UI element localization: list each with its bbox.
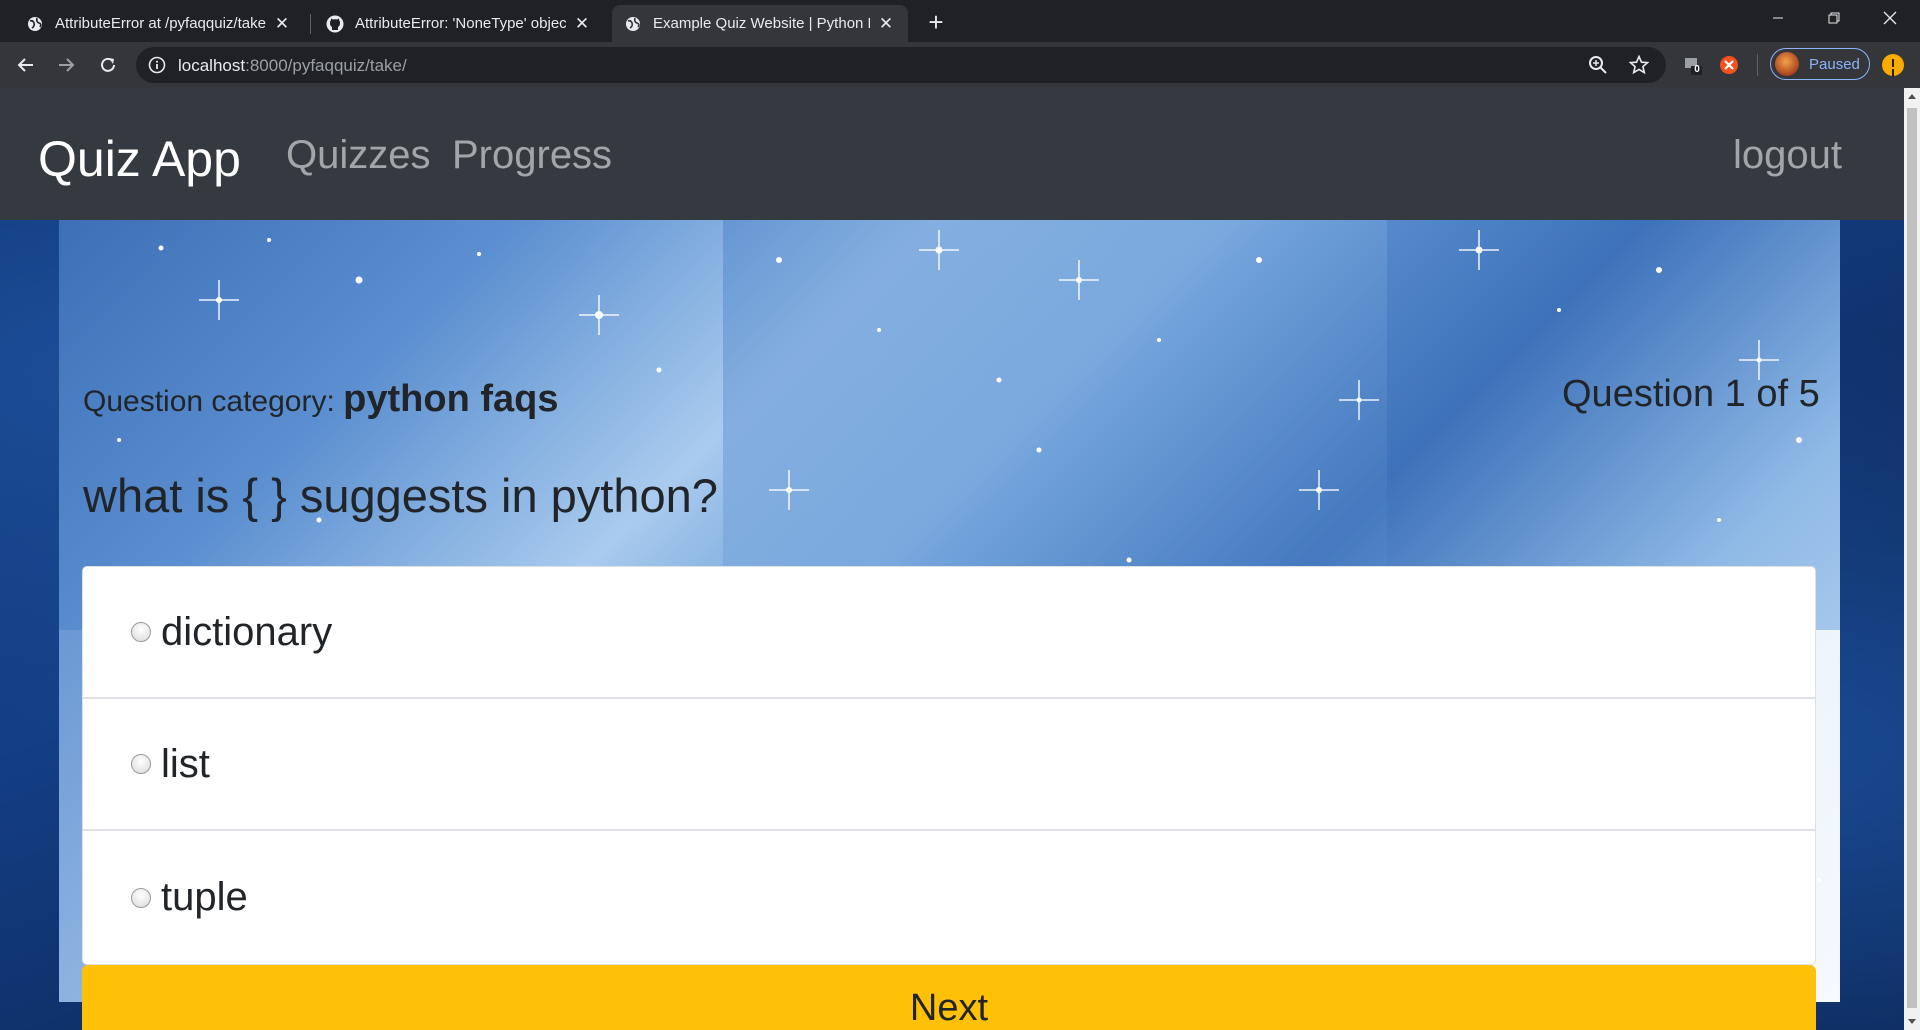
tab-title: AttributeError at /pyfaqquiz/take/: [55, 15, 266, 32]
logout-link[interactable]: logout: [1733, 133, 1842, 178]
url-text[interactable]: localhost:8000/pyfaqquiz/take/: [178, 56, 407, 76]
back-icon[interactable]: [10, 49, 42, 81]
next-button[interactable]: Next: [82, 965, 1816, 1030]
zoom-icon[interactable]: [1588, 55, 1608, 75]
tab-close-icon[interactable]: ✕: [876, 14, 896, 34]
brand-link[interactable]: Quiz App: [38, 130, 241, 188]
update-alert-icon[interactable]: [1882, 54, 1904, 76]
answer-label[interactable]: tuple: [161, 875, 248, 920]
extension-icon[interactable]: 0: [1682, 54, 1704, 76]
page-viewport: Quiz App Quizzes Progress logout Questio…: [0, 88, 1904, 1030]
adblock-extension-icon[interactable]: [1718, 54, 1740, 76]
tab-attribute-error[interactable]: AttributeError at /pyfaqquiz/take/ ✕: [14, 5, 304, 42]
minimize-icon[interactable]: [1750, 0, 1806, 36]
toolbar-divider: [1757, 54, 1758, 76]
avatar: [1775, 52, 1799, 76]
profile-status: Paused: [1809, 55, 1860, 73]
tab-strip: AttributeError at /pyfaqquiz/take/ ✕ Att…: [0, 0, 1920, 42]
restore-icon[interactable]: [1806, 0, 1862, 36]
nav-link-quizzes[interactable]: Quizzes: [286, 133, 431, 178]
tab-divider: [310, 14, 311, 34]
extension-badge: 0: [1694, 64, 1700, 75]
bookmark-star-icon[interactable]: [1628, 54, 1650, 75]
github-icon: [326, 15, 344, 33]
question-category: Question category: python faqs: [83, 378, 558, 421]
tab-title: Example Quiz Website | Python FAQs: [653, 15, 870, 32]
close-window-icon[interactable]: [1862, 0, 1918, 36]
question-counter: Question 1 of 5: [1562, 373, 1820, 415]
tab-close-icon[interactable]: ✕: [572, 14, 592, 34]
answer-list: dictionary list tuple: [82, 566, 1816, 965]
globe-icon: [624, 15, 642, 33]
forward-icon[interactable]: [50, 49, 82, 81]
answer-option-list[interactable]: list: [83, 699, 1815, 831]
answer-label[interactable]: dictionary: [161, 610, 332, 655]
scroll-up-icon[interactable]: [1908, 94, 1916, 99]
answer-option-tuple[interactable]: tuple: [83, 831, 1815, 964]
tab-quiz-website[interactable]: Example Quiz Website | Python FAQs ✕: [612, 5, 908, 42]
scrollbar-thumb[interactable]: [1907, 108, 1917, 1008]
answer-label[interactable]: list: [161, 742, 210, 787]
site-info-icon[interactable]: [148, 56, 166, 79]
url-path: :8000/pyfaqquiz/take/: [245, 56, 407, 75]
tab-close-icon[interactable]: ✕: [272, 14, 292, 34]
question-text: what is { } suggests in python?: [83, 469, 718, 522]
answer-radio[interactable]: [131, 622, 151, 642]
scroll-down-icon[interactable]: [1908, 1019, 1916, 1024]
globe-icon: [26, 15, 44, 33]
category-name: python faqs: [343, 378, 559, 420]
page-scrollbar[interactable]: [1904, 88, 1920, 1030]
answer-option-dictionary[interactable]: dictionary: [83, 567, 1815, 699]
address-bar[interactable]: localhost:8000/pyfaqquiz/take/: [136, 47, 1666, 83]
category-label: Question category:: [83, 385, 335, 418]
new-tab-icon[interactable]: +: [922, 8, 950, 36]
nav-link-progress[interactable]: Progress: [452, 133, 612, 178]
answer-radio[interactable]: [131, 887, 151, 908]
tab-github-issue[interactable]: AttributeError: 'NoneType' object has no…: [314, 5, 604, 42]
reload-icon[interactable]: [92, 49, 124, 81]
browser-toolbar: localhost:8000/pyfaqquiz/take/ 0 Paused: [0, 42, 1920, 88]
url-host: localhost: [178, 56, 246, 75]
profile-button[interactable]: Paused: [1770, 48, 1870, 80]
answer-radio[interactable]: [131, 754, 151, 774]
site-navbar: Quiz App Quizzes Progress logout: [0, 88, 1904, 220]
tab-title: AttributeError: 'NoneType' object has no…: [355, 15, 566, 32]
